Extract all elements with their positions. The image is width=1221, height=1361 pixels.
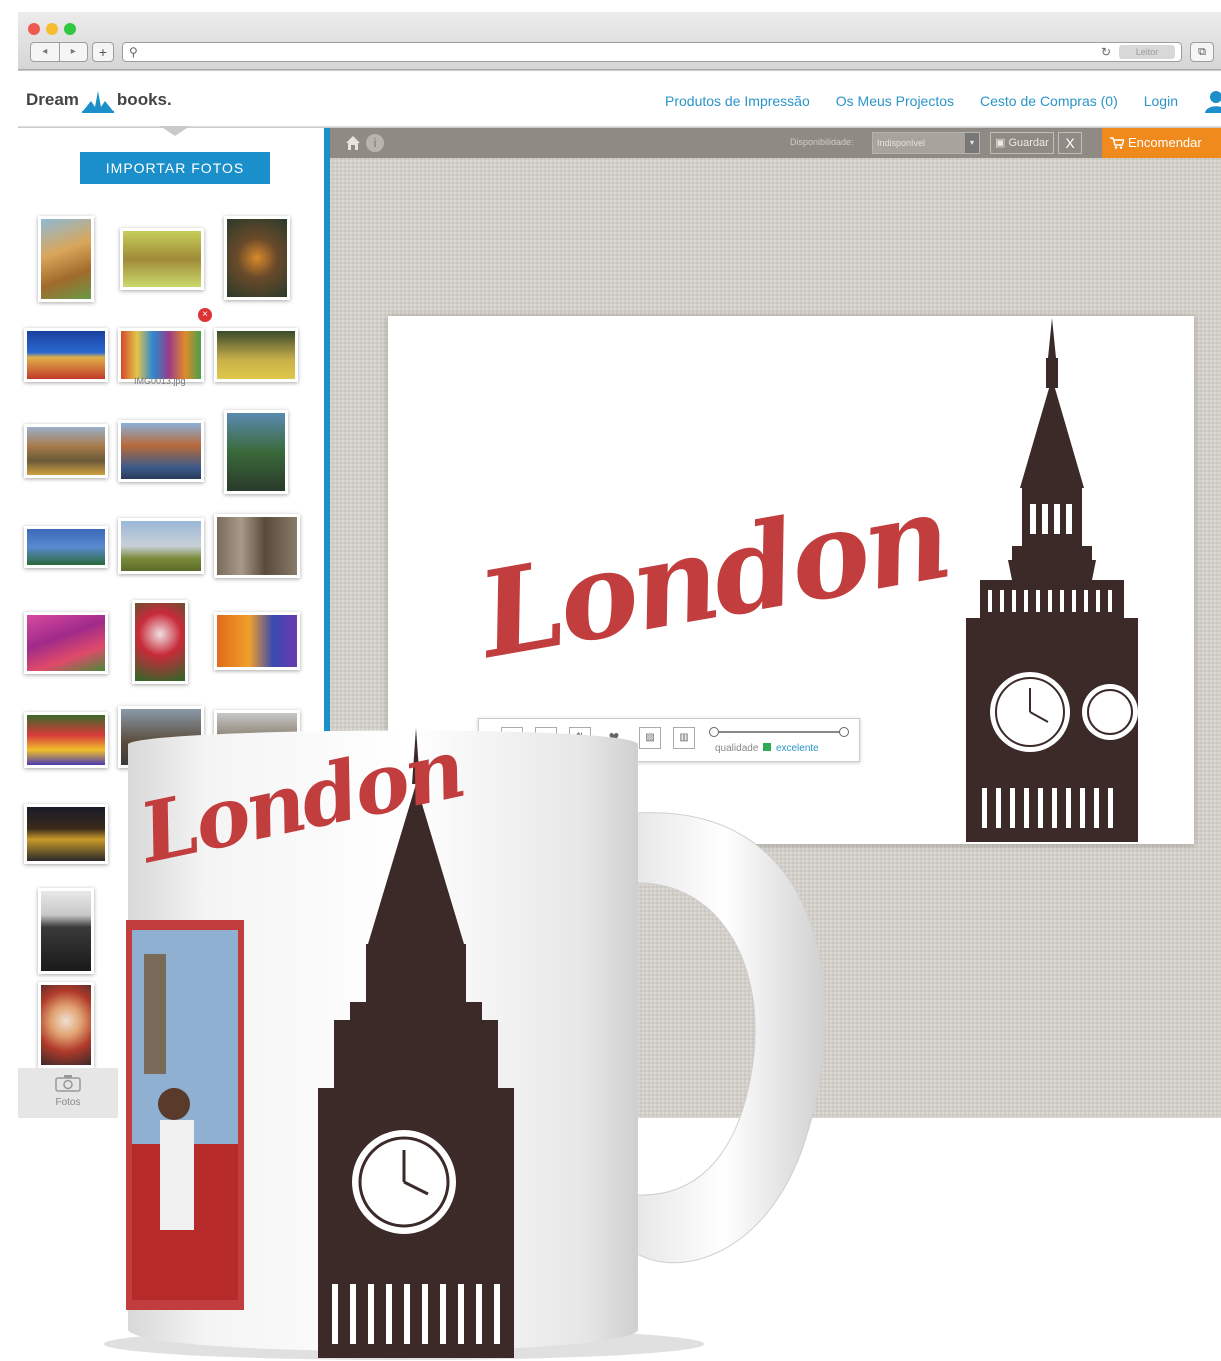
availability-select[interactable]: Indisponível ▾	[872, 132, 980, 154]
availability-value: Indisponível	[877, 138, 926, 148]
photo-thumbnail-tulips-closeup[interactable]	[132, 600, 188, 684]
fotos-tab[interactable]: Fotos	[18, 1068, 118, 1118]
save-button[interactable]: ▣ Guardar	[990, 132, 1054, 154]
photo-thumbnail-portrait[interactable]	[38, 982, 94, 1068]
close-editor-button[interactable]: X	[1058, 132, 1082, 154]
home-icon[interactable]	[344, 134, 362, 152]
order-button[interactable]: Encomendar	[1102, 128, 1221, 158]
photo-thumbnail-canal-row[interactable]	[214, 514, 300, 578]
nav-link-print-products[interactable]: Produtos de Impressão	[665, 93, 810, 109]
history-nav: ◂ ▸	[30, 42, 88, 62]
window-minimize-button[interactable]	[46, 23, 58, 35]
site-logo[interactable]: Dream books.	[26, 87, 172, 113]
sidebar-collapse-handle[interactable]	[160, 126, 190, 136]
photo-thumbnail-tree-canal[interactable]	[224, 410, 288, 494]
nav-link-login[interactable]: Login	[1144, 93, 1178, 109]
user-icon[interactable]	[1204, 89, 1221, 113]
photo-thumbnail-flower-garden[interactable]	[24, 712, 108, 768]
photo-filename: IMG0013.jpg	[134, 376, 186, 386]
forward-button[interactable]: ▸	[60, 43, 88, 61]
site-header: Dream books. Produtos de Impressão Os Me…	[18, 71, 1221, 127]
photo-thumbnail-tiger[interactable]	[224, 216, 290, 300]
logo-text-right: books.	[116, 90, 172, 109]
delete-photo-button[interactable]: ×	[198, 308, 212, 322]
address-bar[interactable]: ⚲ ↻ Leitor	[122, 42, 1182, 62]
photo-thumbnail-amsterdam-canal[interactable]	[118, 420, 204, 482]
photo-thumbnail-soccer[interactable]	[214, 328, 298, 382]
photo-thumbnail-tulip-rows[interactable]	[214, 612, 300, 670]
photo-thumbnail-beach-huts[interactable]	[118, 328, 204, 382]
info-icon[interactable]: i	[366, 134, 384, 152]
photo-thumbnail-horizon[interactable]	[24, 328, 108, 382]
save-icon: ▣	[995, 137, 1009, 149]
share-button[interactable]: ⧉	[1190, 42, 1214, 62]
photo-thumbnail-night-bridge[interactable]	[24, 804, 108, 864]
photo-thumbnail-windmill-blue[interactable]	[24, 526, 108, 568]
new-tab-button[interactable]: +	[92, 42, 114, 62]
reader-button[interactable]: Leitor	[1119, 45, 1175, 59]
window-zoom-button[interactable]	[64, 23, 76, 35]
browser-titlebar: ◂ ▸ + ⚲ ↻ Leitor ⧉	[18, 12, 1221, 70]
cart-icon	[1110, 137, 1124, 149]
import-photos-button[interactable]: IMPORTAR FOTOS	[80, 152, 270, 184]
photo-thumbnail-newspaper[interactable]	[38, 888, 94, 974]
reload-icon[interactable]: ↻	[1101, 45, 1111, 59]
mug-product-image: London	[104, 724, 826, 1360]
chevron-down-icon: ▾	[965, 133, 979, 153]
big-ben-graphic[interactable]	[960, 318, 1144, 842]
photo-thumbnail-antelopes[interactable]	[120, 228, 204, 290]
window-close-button[interactable]	[28, 23, 40, 35]
design-title-text[interactable]: London	[470, 466, 957, 685]
logo-book-icon	[81, 91, 114, 113]
save-button-label: Guardar	[1008, 137, 1049, 149]
logo-text-left: Dream	[26, 90, 79, 109]
back-button[interactable]: ◂	[31, 43, 60, 61]
editor-toolbar: i Disponibilidade: Indisponível ▾ ▣ Guar…	[330, 128, 1221, 158]
camera-icon	[55, 1075, 81, 1092]
photo-thumbnail-giraffe[interactable]	[38, 216, 94, 302]
main-nav: Produtos de Impressão Os Meus Projectos …	[665, 89, 1221, 113]
photo-thumbnail-windmill-field[interactable]	[118, 518, 204, 574]
search-icon: ⚲	[129, 45, 138, 59]
photo-thumbnail-canal-houses[interactable]	[24, 424, 108, 478]
availability-label: Disponibilidade:	[790, 137, 854, 147]
fotos-tab-label: Fotos	[55, 1097, 81, 1108]
nav-link-cart[interactable]: Cesto de Compras (0)	[980, 93, 1118, 109]
page: ◂ ▸ + ⚲ ↻ Leitor ⧉ Dream books. Produtos…	[0, 0, 1221, 1361]
nav-link-my-projects[interactable]: Os Meus Projectos	[836, 93, 954, 109]
order-button-label: Encomendar	[1128, 135, 1202, 150]
photo-thumbnail-tulip-field[interactable]	[24, 612, 108, 674]
